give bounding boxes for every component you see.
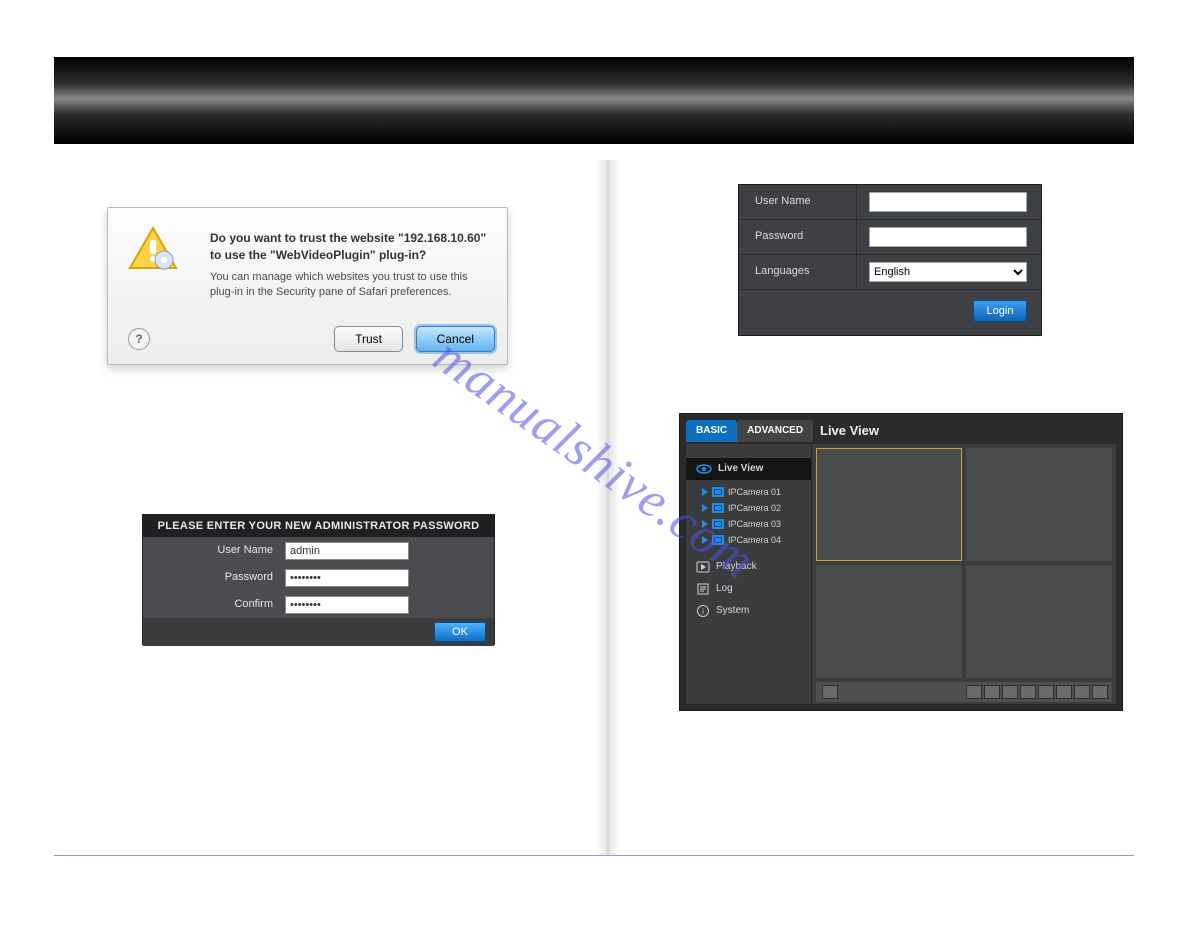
video-grid xyxy=(812,444,1116,704)
camera-item-3[interactable]: IPCamera 03 xyxy=(686,516,811,532)
nav-system-label: System xyxy=(716,606,749,616)
toolbar-snapshot-icon[interactable] xyxy=(966,685,982,699)
toolbar-layout-icon[interactable] xyxy=(822,685,838,699)
admin-password-title: PLEASE ENTER YOUR NEW ADMINISTRATOR PASS… xyxy=(143,515,494,537)
password-input[interactable] xyxy=(869,227,1027,247)
toolbar-zoom-icon[interactable] xyxy=(1002,685,1018,699)
cancel-button[interactable]: Cancel xyxy=(416,326,495,352)
admin-password-input[interactable] xyxy=(285,569,409,587)
admin-user-name-input[interactable] xyxy=(285,542,409,560)
toolbar-mic-icon[interactable] xyxy=(1038,685,1054,699)
user-name-label: User Name xyxy=(739,185,857,219)
admin-confirm-label: Confirm xyxy=(143,599,285,610)
play-icon xyxy=(702,536,708,544)
toolbar-mute-icon[interactable] xyxy=(1056,685,1072,699)
video-cell-3[interactable] xyxy=(816,565,962,678)
video-cell-1[interactable] xyxy=(816,448,962,561)
trust-dialog-heading: Do you want to trust the website "192.16… xyxy=(210,230,490,264)
password-label: Password xyxy=(739,220,857,254)
nav-liveview[interactable]: Live View xyxy=(686,458,811,480)
camera-label: IPCamera 01 xyxy=(728,488,781,497)
camera-item-4[interactable]: IPCamera 04 xyxy=(686,532,811,548)
toolbar-record-icon[interactable] xyxy=(984,685,1000,699)
play-icon xyxy=(702,504,708,512)
ok-button[interactable]: OK xyxy=(434,622,486,642)
top-banner xyxy=(54,57,1134,144)
nav-liveview-label: Live View xyxy=(718,464,763,474)
user-name-input[interactable] xyxy=(869,192,1027,212)
safari-trust-dialog: Do you want to trust the website "192.16… xyxy=(107,207,508,365)
camera-icon xyxy=(712,487,724,497)
page-fold-shadow xyxy=(596,160,620,855)
login-button[interactable]: Login xyxy=(973,300,1027,322)
play-icon xyxy=(702,488,708,496)
footer-rule xyxy=(54,855,1134,856)
admin-password-label: Password xyxy=(143,572,285,583)
liveview-panel: BASIC ADVANCED Live View Live View IPCam… xyxy=(679,413,1123,711)
camera-icon xyxy=(712,519,724,529)
camera-item-2[interactable]: IPCamera 02 xyxy=(686,500,811,516)
camera-icon xyxy=(712,535,724,545)
admin-user-name-label: User Name xyxy=(143,545,285,556)
trust-button[interactable]: Trust xyxy=(334,326,403,352)
admin-password-dialog: PLEASE ENTER YOUR NEW ADMINISTRATOR PASS… xyxy=(142,514,495,645)
toolbar-fullscreen-icon[interactable] xyxy=(1092,685,1108,699)
liveview-sidebar: Live View IPCamera 01 IPCamera 02 IPCame… xyxy=(686,444,812,704)
camera-label: IPCamera 02 xyxy=(728,504,781,513)
languages-label: Languages xyxy=(739,255,857,289)
camera-label: IPCamera 04 xyxy=(728,536,781,545)
camera-item-1[interactable]: IPCamera 01 xyxy=(686,484,811,500)
trust-dialog-body: You can manage which websites you trust … xyxy=(210,270,490,301)
help-button[interactable]: ? xyxy=(128,328,150,350)
plugin-warning-icon xyxy=(128,226,178,270)
camera-icon xyxy=(712,503,724,513)
video-toolbar xyxy=(816,682,1112,702)
nav-playback-label: Playback xyxy=(716,562,757,572)
video-cell-2[interactable] xyxy=(966,448,1112,561)
liveview-title: Live View xyxy=(820,420,1116,442)
camera-label: IPCamera 03 xyxy=(728,520,781,529)
nav-log-label: Log xyxy=(716,584,733,594)
svg-text:i: i xyxy=(702,607,704,616)
video-cell-4[interactable] xyxy=(966,565,1112,678)
languages-select[interactable]: English xyxy=(869,262,1027,282)
nav-log[interactable]: Log xyxy=(686,578,811,600)
toolbar-audio-icon[interactable] xyxy=(1020,685,1036,699)
tab-basic[interactable]: BASIC xyxy=(686,420,737,442)
tab-advanced[interactable]: ADVANCED xyxy=(737,420,813,442)
login-panel: User Name Password Languages English Log… xyxy=(738,184,1042,336)
admin-confirm-input[interactable] xyxy=(285,596,409,614)
nav-playback[interactable]: Playback xyxy=(686,556,811,578)
toolbar-stop-icon[interactable] xyxy=(1074,685,1090,699)
play-icon xyxy=(702,520,708,528)
nav-system[interactable]: i System xyxy=(686,600,811,622)
